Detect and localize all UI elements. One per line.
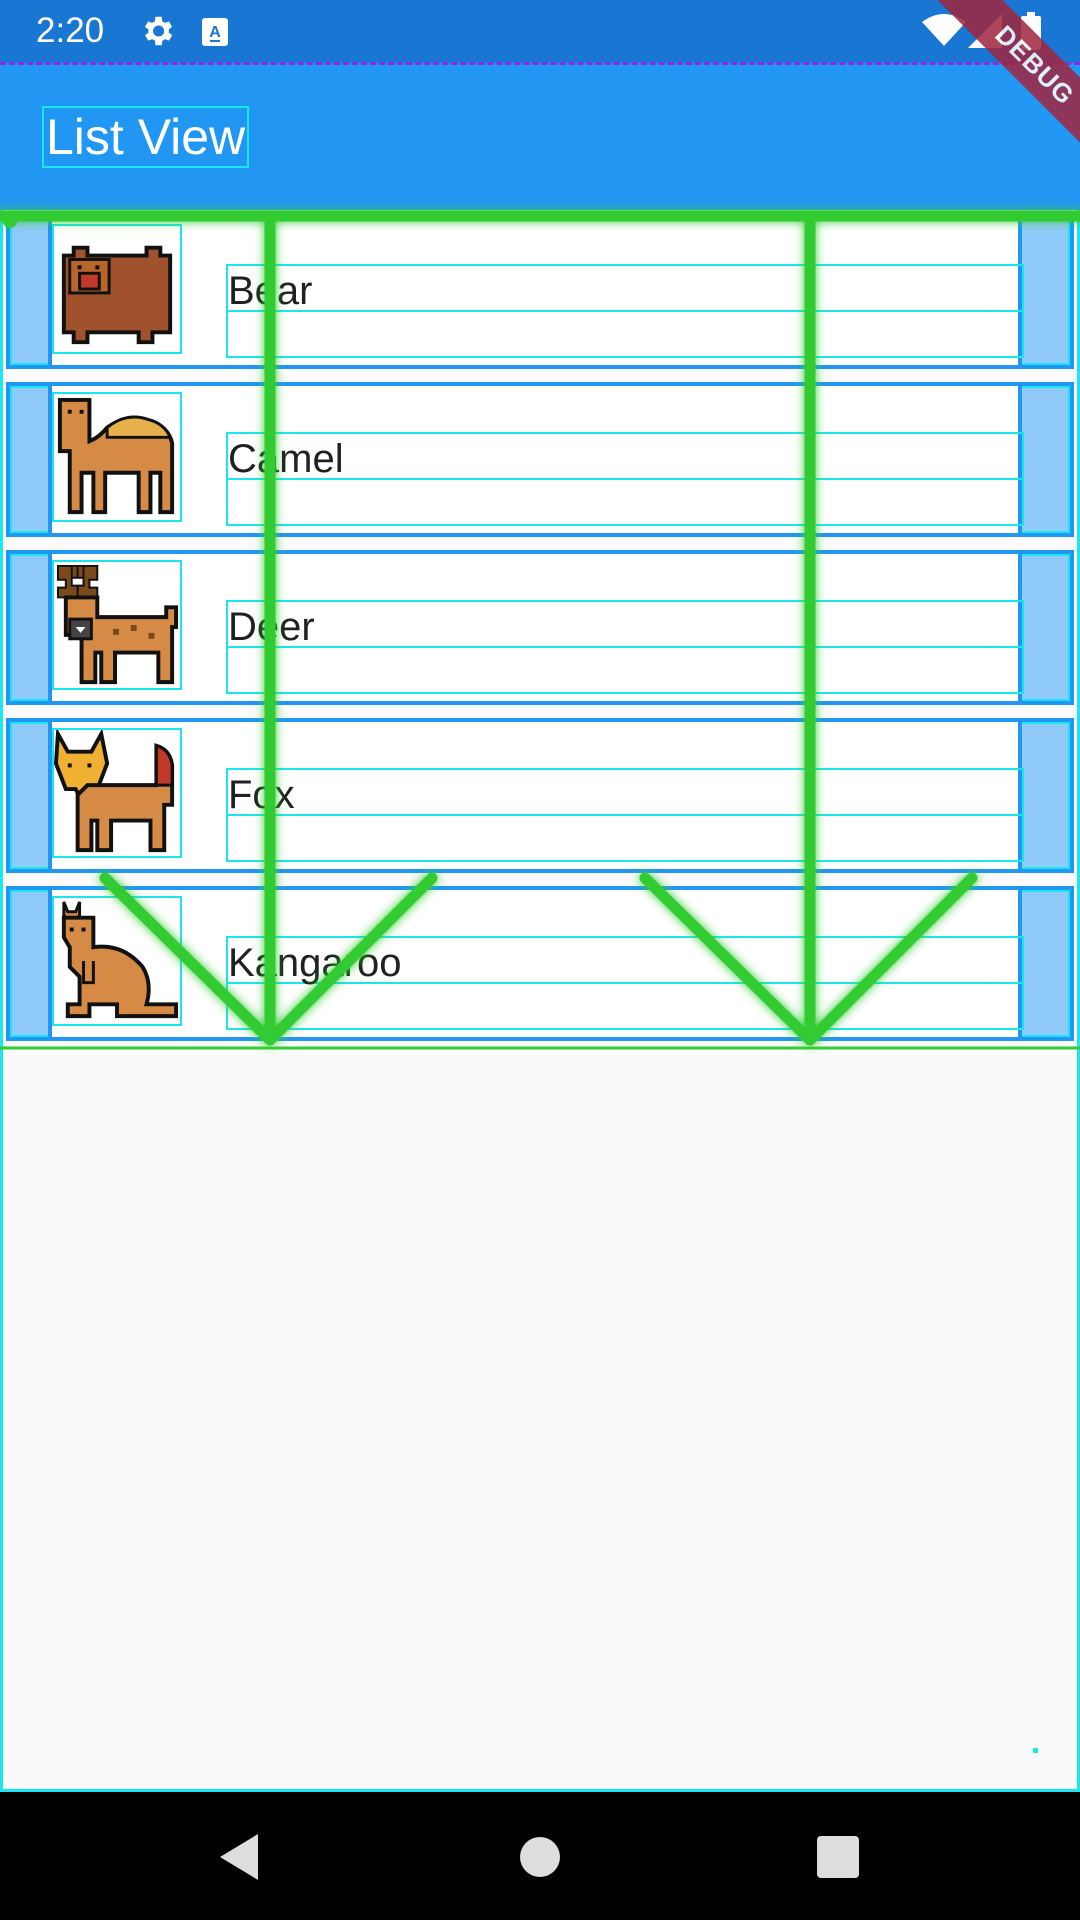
settings-icon <box>138 12 176 55</box>
page-title: List View <box>42 106 250 168</box>
list-item-label: Bear <box>228 269 313 313</box>
svg-text:A: A <box>209 24 221 41</box>
list-item-label: Fox <box>228 773 295 817</box>
camel-icon <box>52 392 182 522</box>
list-view[interactable]: Bear Camel Deer Fox Kangaroo <box>0 210 1080 1792</box>
list-item-label: Kangaroo <box>228 941 402 985</box>
back-icon[interactable] <box>204 1822 274 1892</box>
bear-icon <box>52 224 182 354</box>
home-icon[interactable] <box>505 1822 575 1892</box>
deer-icon <box>52 560 182 690</box>
debug-dot <box>1033 1748 1038 1753</box>
recents-icon[interactable] <box>803 1822 873 1892</box>
list-item[interactable]: Fox <box>6 718 1074 873</box>
list-item-label: Camel <box>228 437 344 481</box>
debug-frame-line <box>0 210 3 1792</box>
status-bar: 2:20 A <box>0 0 1080 63</box>
list-item[interactable]: Bear <box>6 214 1074 369</box>
list-item[interactable]: Camel <box>6 382 1074 537</box>
navigation-bar <box>0 1792 1080 1920</box>
status-time: 2:20 <box>36 11 105 50</box>
kangaroo-icon <box>52 896 182 1026</box>
fox-icon <box>52 728 182 858</box>
list-item[interactable]: Deer <box>6 550 1074 705</box>
list-item[interactable]: Kangaroo <box>6 886 1074 1041</box>
app-bar: List View <box>0 63 1080 210</box>
list-item-label: Deer <box>228 605 315 649</box>
debug-dashed-line <box>0 62 1080 65</box>
accessibility-icon: A <box>200 16 230 53</box>
